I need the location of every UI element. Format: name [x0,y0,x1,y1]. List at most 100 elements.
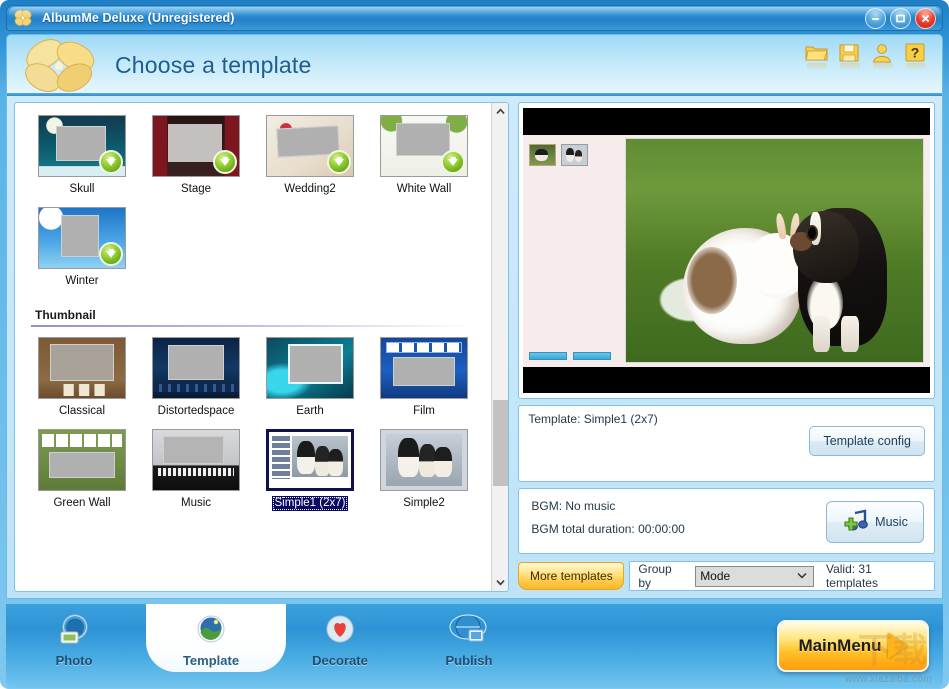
nav-tab-list: Photo Template Decorate Publish [6,604,526,688]
download-badge-icon [327,150,351,174]
template-list: Skull Stage Wedding2 White Wall Winter T… [15,103,491,591]
template-item-white-wall[interactable]: White Wall [369,115,479,197]
chevron-up-icon[interactable] [492,103,509,120]
chevron-down-icon [797,571,807,581]
preview-thumb-1[interactable] [529,144,557,166]
window-controls [865,8,936,29]
svg-text:?: ? [911,45,920,61]
page-header: Choose a template ? [6,34,943,96]
template-label: Green Wall [53,496,111,509]
template-info-box: Template: Simple1 (2x7) Template config [518,405,935,483]
template-item-green-wall[interactable]: Green Wall [27,428,137,511]
template-label: Distortedspace [157,405,235,418]
template-item-winter[interactable]: Winter [27,206,137,289]
template-thumbnail [266,428,354,491]
window-title: AlbumMe Deluxe (Unregistered) [42,11,235,25]
watermark-url: www.xiazaiba.com [844,674,932,685]
template-bottom-controls: More templates Group by Mode Valid: 31 t… [518,560,935,592]
preview-sidebar [523,135,625,367]
template-item-simple2[interactable]: Simple2 [369,428,479,511]
scrollbar-thumb[interactable] [493,400,509,486]
play-arrow-icon [887,633,908,659]
main-menu-label: MainMenu [798,636,882,655]
template-item-music[interactable]: Music [141,428,251,511]
music-button-label: Music [875,515,908,530]
preview-thumb-2[interactable] [561,144,589,166]
group-by-value: Mode [700,569,731,584]
template-list-scrollbar[interactable] [491,103,509,591]
download-badge-icon [213,150,237,174]
preview-container [518,102,935,399]
nav-tab-publish[interactable]: Publish [415,608,523,674]
template-label: Simple2 [403,496,445,509]
template-label: Stage [180,183,212,195]
group-by-select[interactable]: Mode [695,565,814,587]
template-label: Skull [69,183,95,195]
flower-logo-icon [19,37,101,95]
application-window: AlbumMe Deluxe (Unregistered) Choose a t… [0,0,949,689]
bgm-box: BGM: No music BGM total duration: 00:00:… [518,488,935,555]
close-icon[interactable] [915,8,936,29]
template-item-wedding2[interactable]: Wedding2 [255,115,365,197]
preview-slide [523,135,930,367]
template-icon [191,610,231,650]
photo-icon [54,610,94,650]
template-item-skull[interactable]: Skull [27,115,137,197]
more-templates-button[interactable]: More templates [518,562,625,591]
template-thumbnail [38,115,126,177]
template-label: Earth [296,405,324,418]
nav-tab-label: Publish [445,653,493,668]
template-label: Film [413,405,435,418]
template-label: Simple1 (2x7) [271,495,349,511]
template-label: Classical [58,405,105,418]
nav-tab-label: Template [182,653,240,668]
user-account-icon[interactable] [871,43,895,70]
template-item-simple1[interactable]: Simple1 (2x7) [255,428,365,511]
group-by-bar: Group by Mode Valid: 31 templates [629,561,935,592]
header-toolbar: ? [805,43,928,70]
template-item-distortedspace[interactable]: Distortedspace [141,337,251,419]
valid-templates-count: Valid: 31 templates [825,562,878,591]
preview-stage [523,108,930,393]
template-thumbnail [266,115,354,177]
template-thumbnail [152,337,240,400]
title-bar: AlbumMe Deluxe (Unregistered) [6,5,943,31]
music-button[interactable]: Music [826,501,924,544]
preview-photo [625,138,924,363]
template-item-classical[interactable]: Classical [27,337,137,419]
template-item-stage[interactable]: Stage [141,115,251,197]
content-area: Skull Stage Wedding2 White Wall Winter T… [6,96,943,599]
template-group-header: Thumbnail [35,308,96,323]
template-label: Wedding2 [284,183,336,195]
template-item-film[interactable]: Film [369,337,479,419]
flower-logo-icon [12,8,34,28]
nav-tab-decorate[interactable]: Decorate [286,608,394,674]
save-icon[interactable] [838,43,862,70]
nav-tab-label: Photo [55,653,93,668]
template-row: Winter [23,203,491,295]
preview-panel: Template: Simple1 (2x7) Template config … [518,102,935,592]
nav-tab-label: Decorate [312,653,368,668]
template-row: Skull Stage Wedding2 White Wall [23,111,491,203]
globe-icon [449,610,489,650]
template-row: Green Wall Music Simple1 (2x7) Simple2 [23,425,491,517]
template-name-label: Template: Simple1 (2x7) [528,412,658,426]
nav-tab-photo[interactable]: Photo [20,608,128,674]
minimize-icon[interactable] [865,8,886,29]
chevron-down-icon[interactable] [492,574,509,591]
maximize-icon[interactable] [890,8,911,29]
help-icon[interactable]: ? [904,43,928,70]
template-label: Winter [65,274,99,287]
preview-next-button[interactable] [573,352,612,360]
template-item-earth[interactable]: Earth [255,337,365,419]
nav-tab-template[interactable]: Template [157,608,265,674]
template-config-button[interactable]: Template config [809,426,925,456]
main-menu-button[interactable]: MainMenu [777,620,929,672]
template-thumbnail [38,206,126,269]
rabbit-figure [682,212,809,345]
template-label: White Wall [396,183,452,195]
template-thumbnail [380,115,468,177]
download-badge-icon [441,150,465,174]
preview-prev-button[interactable] [529,352,568,360]
open-folder-icon[interactable] [805,43,829,70]
